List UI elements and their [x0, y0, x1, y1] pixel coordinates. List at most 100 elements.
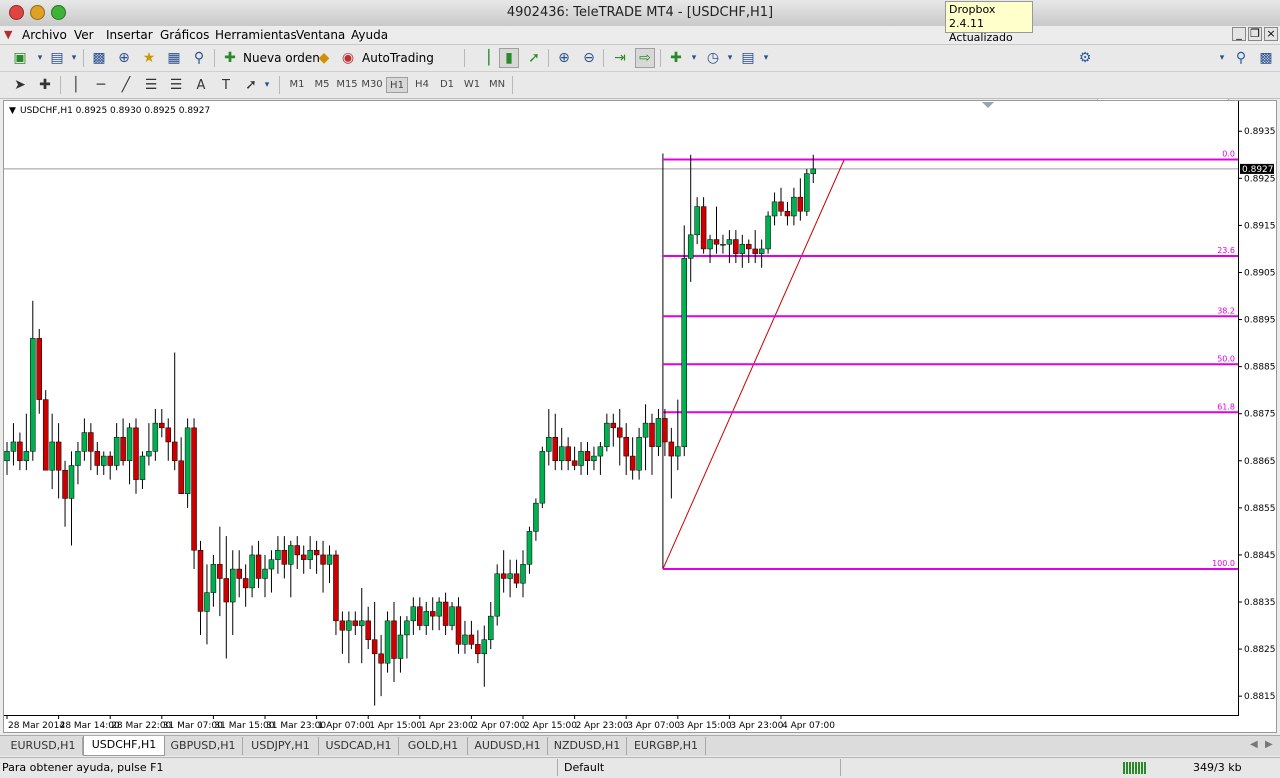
timeframe-d1[interactable]: D1: [436, 77, 458, 93]
candle: [513, 559, 520, 588]
candle: [352, 611, 359, 635]
candle: [539, 446, 546, 508]
menu-archivo[interactable]: Archivo: [22, 28, 67, 42]
zoom-in-icon[interactable]: ⊕: [554, 48, 574, 68]
fibonacci-icon[interactable]: ☰: [166, 75, 186, 95]
autotrading-button[interactable]: AutoTrading: [362, 48, 434, 68]
new-order-icon[interactable]: ✚: [220, 48, 240, 68]
timeframe-h1[interactable]: H1: [386, 77, 408, 93]
bar-chart-icon[interactable]: ▕: [474, 48, 494, 68]
metaeditor-icon[interactable]: ◆: [314, 48, 334, 68]
candle: [10, 423, 17, 466]
tab-gbpusd[interactable]: GBPUSD,H1: [164, 737, 243, 755]
text-icon[interactable]: A: [191, 75, 211, 95]
cursor-icon[interactable]: ➤: [10, 75, 30, 95]
line-chart-icon[interactable]: ➚: [524, 48, 544, 68]
candle: [778, 187, 784, 216]
zoom-out-icon[interactable]: ⊖: [579, 48, 599, 68]
terminal-icon[interactable]: ▦: [164, 48, 184, 68]
vertical-line-icon[interactable]: │: [66, 75, 86, 95]
notification-status: Actualizado: [949, 31, 1013, 44]
menu-ver[interactable]: Ver: [74, 28, 94, 42]
mdi-restore-icon[interactable]: ❐: [1248, 27, 1262, 41]
menu-ventana[interactable]: Ventana: [296, 28, 345, 42]
mdi-minimize-icon[interactable]: _: [1232, 27, 1246, 41]
status-bar: Para obtener ayuda, pulse F1 Default 349…: [0, 757, 1280, 778]
chart-shift-marker[interactable]: [982, 102, 994, 108]
candle: [307, 536, 313, 570]
y-tick-label: 0.8905: [1244, 268, 1276, 278]
candle: [126, 423, 133, 485]
timeframe-w1[interactable]: W1: [461, 77, 483, 93]
x-tick-label: 4 Apr 07:00: [782, 721, 835, 731]
menu-insertar[interactable]: Insertar: [106, 28, 153, 42]
autotrading-icon[interactable]: ◉: [338, 48, 358, 68]
horizontal-line-icon[interactable]: ─: [91, 75, 111, 95]
search-dropdown-icon[interactable]: ▾: [1212, 48, 1232, 68]
y-tick-label: 0.8855: [1244, 504, 1276, 514]
profiles-dropdown-icon[interactable]: ▾: [64, 48, 84, 68]
candle: [191, 418, 197, 570]
chart-shift-icon[interactable]: ⇥: [610, 48, 630, 68]
search-options-icon[interactable]: ▩: [1256, 48, 1276, 68]
arrows-dropdown-icon[interactable]: ▾: [257, 75, 277, 95]
text-label-icon[interactable]: T: [216, 75, 236, 95]
templates-dropdown-icon[interactable]: ▾: [756, 48, 776, 68]
mdi-close-icon[interactable]: ×: [1264, 27, 1278, 41]
menu-graficos[interactable]: Gráficos: [160, 28, 209, 42]
tab-scroll-left-icon[interactable]: ◀: [1250, 739, 1258, 750]
candle: [275, 536, 281, 574]
tab-usdjpy[interactable]: USDJPY,H1: [243, 737, 319, 755]
tab-eurgbp[interactable]: EURGBP,H1: [627, 737, 706, 755]
timeframe-h4[interactable]: H4: [411, 77, 433, 93]
indicators-icon[interactable]: ✚: [666, 48, 686, 68]
price-chart[interactable]: 0.023.638.250.061.8100.0 0.89350.89250.8…: [4, 101, 1276, 732]
tab-gold[interactable]: GOLD,H1: [399, 737, 468, 755]
y-tick-label: 0.8935: [1244, 127, 1276, 137]
candle: [475, 630, 481, 664]
settings-gear-icon[interactable]: ⚙: [1075, 48, 1095, 68]
chart-menu-arrow[interactable]: ▼: [9, 106, 16, 116]
tab-usdchf[interactable]: USDCHF,H1: [83, 736, 165, 756]
tab-scroll-right-icon[interactable]: ▶: [1265, 739, 1273, 750]
timeframe-m1[interactable]: M1: [286, 77, 308, 93]
candle: [449, 602, 455, 631]
tab-usdcad[interactable]: USDCAD,H1: [319, 737, 399, 755]
tab-nzdusd[interactable]: NZDUSD,H1: [548, 737, 627, 755]
navigator-icon[interactable]: ★: [139, 48, 159, 68]
y-tick-label: 0.8845: [1244, 551, 1276, 561]
candle: [739, 234, 746, 268]
search-icon[interactable]: ⚲: [1231, 48, 1251, 68]
trendline-icon[interactable]: ╱: [116, 75, 136, 95]
candle: [610, 413, 617, 447]
timeframe-m5[interactable]: M5: [311, 77, 333, 93]
candle: [23, 413, 30, 471]
new-order-button[interactable]: Nueva orden: [243, 48, 320, 68]
fib-level-label: 50.0: [1217, 354, 1235, 363]
market-watch-icon[interactable]: ▩: [89, 48, 109, 68]
templates-icon[interactable]: ▤: [738, 48, 758, 68]
menu-herramientas[interactable]: Herramientas: [215, 28, 297, 42]
candle: [146, 423, 152, 466]
data-window-icon[interactable]: ⊕: [114, 48, 134, 68]
candle: [294, 536, 300, 570]
status-profile[interactable]: Default: [564, 761, 604, 774]
crosshair-icon[interactable]: ✚: [35, 75, 55, 95]
tab-audusd[interactable]: AUDUSD,H1: [468, 737, 548, 755]
indicators-dropdown-icon[interactable]: ▾: [684, 48, 704, 68]
y-tick-label: 0.8835: [1244, 598, 1276, 608]
auto-scroll-icon[interactable]: ⇨: [635, 48, 655, 68]
candle: [217, 526, 223, 617]
new-chart-icon[interactable]: ▣: [10, 48, 30, 68]
equidistant-channel-icon[interactable]: ☰: [141, 75, 161, 95]
chart-window[interactable]: 0.0 23.6 38.2 50.0 61.8 100.0 0.8935 0.8925 0.8…: [3, 100, 1277, 733]
app-icon[interactable]: ▼: [4, 28, 12, 41]
timeframe-m30[interactable]: M30: [360, 77, 384, 93]
tab-eurusd[interactable]: EURUSD,H1: [4, 737, 83, 755]
periods-dropdown-icon[interactable]: ▾: [720, 48, 740, 68]
menu-ayuda[interactable]: Ayuda: [351, 28, 388, 42]
strategy-tester-icon[interactable]: ⚲: [189, 48, 209, 68]
timeframe-m15[interactable]: M15: [335, 77, 359, 93]
timeframe-mn[interactable]: MN: [486, 77, 508, 93]
candlestick-chart-icon[interactable]: ▮: [499, 48, 519, 68]
